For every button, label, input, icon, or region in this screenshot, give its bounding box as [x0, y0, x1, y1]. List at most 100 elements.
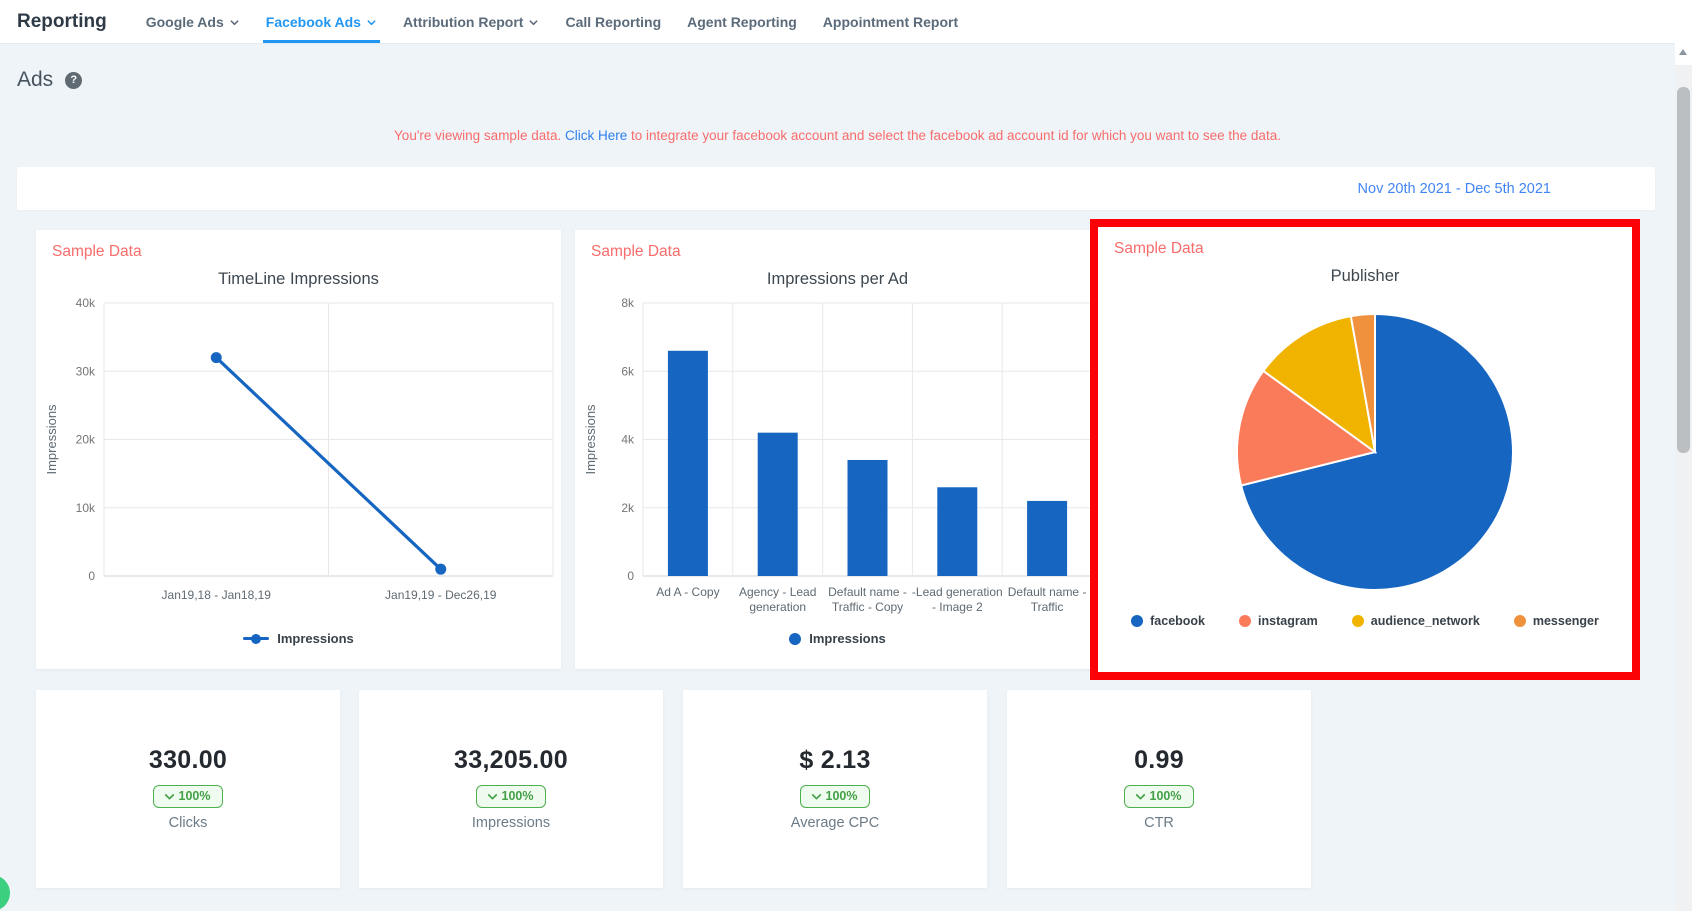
- chevron-down-icon: [1135, 793, 1145, 799]
- impressions-per-ad-card: Sample Data Impressions per Ad 0 2k 4k 6k 8k…: [575, 230, 1100, 669]
- sample-data-notice: You're viewing sample data. Click Here t…: [0, 128, 1675, 143]
- legend-dot: [1239, 615, 1252, 627]
- legend-label: audience_network: [1370, 614, 1480, 628]
- svg-text:40k: 40k: [75, 296, 95, 310]
- kpi-card-impressions: 33,205.00 100% Impressions: [359, 690, 663, 888]
- tab-label: Facebook Ads: [265, 13, 361, 30]
- svg-text:Traffic: Traffic: [1030, 600, 1063, 614]
- scrollbar: [1675, 43, 1692, 911]
- page-heading: Ads ?: [17, 68, 83, 92]
- svg-text:0: 0: [88, 569, 95, 583]
- kpi-card-ctr: 0.99 100% CTR: [1007, 690, 1311, 888]
- tab-facebook-ads[interactable]: Facebook Ads: [253, 0, 390, 43]
- chevron-down-icon: [811, 793, 821, 799]
- svg-text:30k: 30k: [75, 364, 95, 378]
- bar-chart-legend: Impressions: [575, 631, 1100, 646]
- help-icon[interactable]: ?: [65, 71, 83, 89]
- kpi-change-badge: 100%: [1123, 785, 1195, 808]
- svg-text:Jan19,18 - Jan18,19: Jan19,18 - Jan18,19: [161, 588, 271, 602]
- chat-widget-bubble[interactable]: [0, 875, 10, 911]
- kpi-change-badge: 100%: [799, 785, 871, 808]
- kpi-value: $ 2.13: [799, 746, 871, 774]
- scrollbar-up-arrow[interactable]: [1679, 49, 1687, 55]
- tab-label: Agent Reporting: [687, 13, 797, 30]
- kpi-label: CTR: [1144, 815, 1174, 831]
- tab-agent-reporting[interactable]: Agent Reporting: [674, 0, 810, 43]
- click-here-link[interactable]: Click Here: [565, 128, 627, 143]
- chevron-down-icon: [528, 17, 539, 28]
- scrollbar-thumb[interactable]: [1677, 87, 1690, 453]
- chevron-down-icon: [366, 17, 377, 28]
- sample-data-label: Sample Data: [52, 243, 142, 260]
- kpi-label: Average CPC: [790, 815, 880, 831]
- page-title: Ads: [17, 68, 54, 91]
- legend-dot: [1351, 615, 1364, 627]
- tab-label: Call Reporting: [565, 13, 662, 30]
- kpi-change-badge: 100%: [152, 785, 224, 808]
- notice-text: to integrate your facebook account and s…: [631, 128, 1281, 143]
- svg-text:-Lead generation: -Lead generation: [911, 585, 1002, 599]
- kpi-card-average-cpc: $ 2.13 100% Average CPC: [683, 690, 987, 888]
- svg-text:generation: generation: [749, 600, 806, 614]
- chevron-down-icon: [487, 793, 497, 799]
- tab-call-reporting[interactable]: Call Reporting: [552, 0, 674, 43]
- line-chart-legend: Impressions: [36, 631, 561, 646]
- chevron-down-icon: [229, 17, 240, 28]
- top-nav: Reporting Google Ads Facebook Ads Attrib…: [0, 0, 1692, 44]
- kpi-value: 33,205.00: [454, 746, 568, 774]
- publisher-card: Sample Data Publisher facebook instagram…: [1098, 227, 1632, 672]
- legend-label: instagram: [1258, 614, 1318, 628]
- bar-series-marker: [789, 632, 802, 645]
- svg-text:- Image 2: - Image 2: [931, 600, 982, 614]
- svg-text:2k: 2k: [621, 501, 635, 515]
- pie-chart-legend: facebook instagram audience_network mess…: [1098, 614, 1632, 628]
- svg-text:Impressions: Impressions: [583, 404, 598, 475]
- svg-text:4k: 4k: [621, 433, 635, 447]
- app-title: Reporting: [17, 10, 107, 32]
- legend-dot: [1131, 615, 1144, 627]
- kpi-card-clicks: 330.00 100% Clicks: [36, 690, 340, 888]
- date-range-bar: Nov 20th 2021 - Dec 5th 2021: [17, 167, 1655, 210]
- legend-dot: [1513, 615, 1526, 627]
- tab-attribution-report[interactable]: Attribution Report: [390, 0, 553, 43]
- scrollbar-track[interactable]: [1675, 65, 1692, 911]
- tab-google-ads[interactable]: Google Ads: [133, 0, 253, 43]
- chart-title: Publisher: [1330, 267, 1400, 285]
- svg-text:Default name -: Default name -: [1007, 585, 1086, 599]
- legend-label: Impressions: [809, 631, 886, 646]
- legend-label: facebook: [1150, 614, 1206, 628]
- chevron-down-icon: [164, 793, 174, 799]
- sample-data-label: Sample Data: [1114, 240, 1204, 257]
- kpi-value: 330.00: [148, 746, 228, 774]
- kpi-value: 0.99: [1134, 746, 1184, 774]
- publisher-pie-chart: [1236, 312, 1514, 591]
- timeline-impressions-card: Sample Data TimeLine Impressions 0 10k 20k…: [36, 230, 561, 669]
- svg-text:6k: 6k: [621, 364, 635, 378]
- line-series-marker: [243, 633, 270, 644]
- kpi-label: Impressions: [471, 815, 551, 831]
- kpi-change-badge: 100%: [475, 785, 547, 808]
- svg-text:Impressions: Impressions: [44, 404, 59, 475]
- chart-title: TimeLine Impressions: [218, 270, 379, 288]
- legend-item-messenger: messenger: [1513, 614, 1599, 628]
- legend-item-facebook: facebook: [1131, 614, 1205, 628]
- chart-title: Impressions per Ad: [766, 270, 909, 288]
- date-range[interactable]: Nov 20th 2021 - Dec 5th 2021: [1358, 181, 1551, 197]
- tab-label: Google Ads: [145, 13, 224, 30]
- timeline-line-chart: 0 10k 20k 30k 40k Impressions Jan19,18 - Jan18…: [44, 296, 553, 602]
- impressions-bar-chart: 0 2k 4k 6k 8k Impressions Ad A - Copy Agency - …: [583, 296, 1092, 614]
- tab-appointment-report[interactable]: Appointment Report: [810, 0, 971, 43]
- legend-label: messenger: [1532, 614, 1599, 628]
- legend-item-audience-network: audience_network: [1351, 614, 1480, 628]
- svg-text:Traffic - Copy: Traffic - Copy: [831, 600, 902, 614]
- svg-text:Jan19,19 - Dec26,19: Jan19,19 - Dec26,19: [385, 588, 497, 602]
- tab-label: Appointment Report: [822, 13, 959, 30]
- svg-text:Agency - Lead: Agency - Lead: [739, 585, 816, 599]
- kpi-label: Clicks: [168, 815, 208, 831]
- svg-text:Ad A - Copy: Ad A - Copy: [656, 585, 719, 599]
- svg-text:0: 0: [627, 569, 634, 583]
- svg-text:20k: 20k: [75, 433, 95, 447]
- sample-data-label: Sample Data: [591, 243, 681, 260]
- legend-item-instagram: instagram: [1239, 614, 1318, 628]
- tab-label: Attribution Report: [402, 13, 524, 30]
